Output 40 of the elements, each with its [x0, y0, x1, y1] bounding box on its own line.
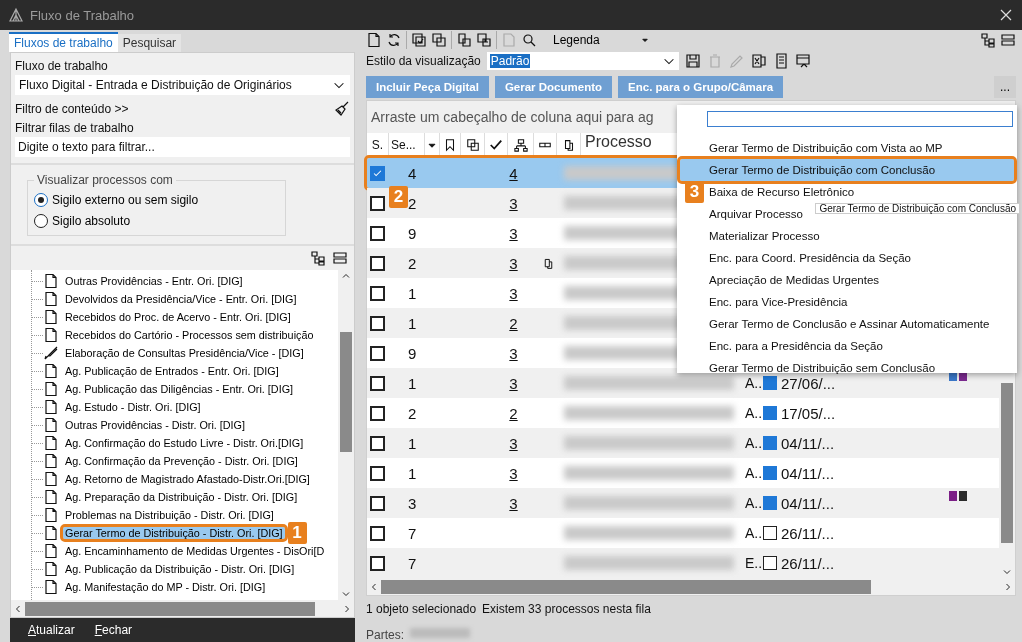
table-cell: 1 — [408, 374, 417, 392]
table-cell: E.. — [745, 555, 763, 571]
details-label: Partes: — [366, 628, 404, 642]
table-cell: 3 — [408, 494, 417, 512]
field-label: Estilo da visualização — [366, 54, 481, 69]
table-cell: A.. — [745, 435, 763, 451]
status-text: Existem 33 processos nesta fila — [482, 602, 651, 616]
table-cell: 2 — [408, 404, 417, 422]
table-cell: 9 — [408, 344, 417, 362]
table-cell: 04/11/... — [781, 464, 835, 482]
table-cell: 26/11/... — [781, 524, 835, 542]
table-cell: A.. — [745, 405, 763, 421]
table-cell: 7 — [408, 524, 417, 542]
table-cell: 1 — [408, 314, 417, 332]
table-cell: 17/05/... — [781, 404, 836, 422]
table-cell: A.. — [745, 375, 763, 391]
window-title: Fluxo de Trabalho — [30, 7, 135, 23]
status-text: 1 objeto selecionado — [366, 602, 477, 616]
step-badge: 2 — [389, 186, 408, 208]
table-cell: 27/06/... — [781, 374, 836, 392]
group-legend: Visualizar processos com — [34, 173, 176, 187]
table-cell: 26/11/... — [781, 554, 835, 572]
step-badge: 3 — [685, 181, 704, 203]
table-cell: 04/11/... — [781, 434, 835, 452]
table-cell: 1 — [408, 284, 417, 302]
table-cell: A.. — [745, 525, 763, 541]
table-cell: 2 — [408, 194, 417, 212]
table-cell: 1 — [408, 464, 417, 482]
table-cell: 4 — [408, 164, 417, 182]
table-cell: A.. — [745, 495, 763, 511]
field-label: Filtrar filas de trabalho — [15, 121, 135, 135]
table-cell: 1 — [408, 434, 417, 452]
table-cell: A.. — [745, 465, 763, 481]
table-cell: 7 — [408, 554, 417, 572]
field-label: Fluxo de trabalho — [15, 59, 109, 73]
step-badge: 1 — [287, 522, 307, 544]
table-cell: 2 — [408, 254, 417, 272]
table-cell: 04/11/... — [781, 494, 835, 512]
tooltip: Gerar Termo de Distribuição com Conclusão — [815, 203, 1020, 214]
table-cell: 9 — [408, 224, 417, 242]
